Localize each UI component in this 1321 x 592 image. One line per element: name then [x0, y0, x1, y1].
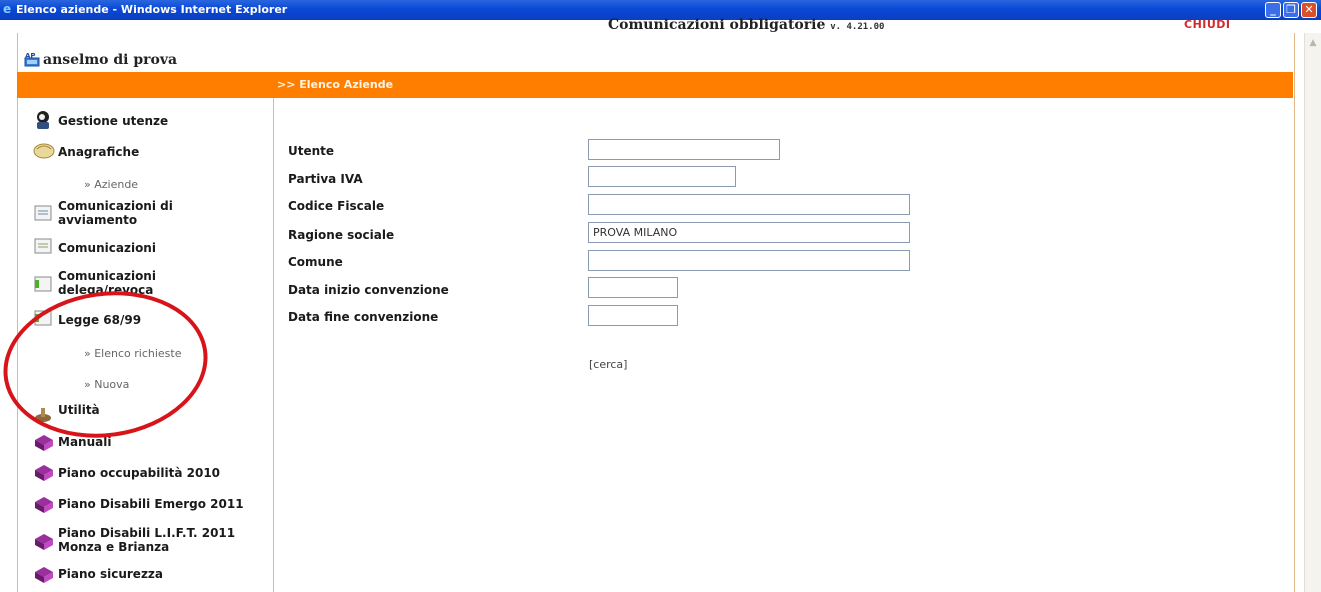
- app-version: v. 4.21.00: [830, 22, 885, 32]
- codice-fiscale-input[interactable]: [588, 194, 910, 215]
- book-icon: [35, 465, 53, 481]
- close-window-button[interactable]: ✕: [1301, 2, 1317, 18]
- maximize-button[interactable]: ❐: [1283, 2, 1299, 18]
- window-title: Elenco aziende - Windows Internet Explor…: [16, 3, 288, 16]
- app-header: AP anselmo di prova: [17, 33, 1293, 77]
- book-icon: [35, 534, 53, 550]
- book-icon: [35, 435, 53, 451]
- user-admin-icon: [37, 111, 49, 129]
- document-icon: [34, 238, 52, 254]
- tools-icon: [35, 408, 51, 422]
- user-name: anselmo di prova: [43, 52, 178, 68]
- sidebar-subitem-nuova[interactable]: » Nuova: [84, 378, 129, 391]
- sidebar-item-label: Manuali: [58, 435, 112, 449]
- data-fine-convenzione-input[interactable]: [588, 305, 678, 326]
- partita-iva-label: Partiva IVA: [288, 172, 363, 186]
- data-fine-convenzione-label: Data fine convenzione: [288, 310, 439, 324]
- sidebar-subitem-elenco-richieste[interactable]: » Elenco richieste: [84, 347, 181, 360]
- document-icon: [34, 205, 52, 221]
- app-logo-icon: AP: [24, 52, 40, 67]
- sidebar-item-label-line2: Monza e Brianza: [58, 540, 170, 554]
- minimize-button[interactable]: _: [1265, 2, 1281, 18]
- sidebar-item-label-line1: Piano Disabili L.I.F.T. 2011: [58, 526, 236, 540]
- sidebar-item-label: Anagrafiche: [58, 145, 140, 159]
- folder-icon: [33, 143, 55, 159]
- comune-label: Comune: [288, 255, 343, 269]
- sidebar-item-label: Piano sicurezza: [58, 567, 164, 581]
- scrollbar[interactable]: ▲: [1304, 33, 1321, 592]
- document-icon: [34, 276, 52, 292]
- sidebar-item-label: Gestione utenze: [58, 114, 169, 128]
- book-icon: [35, 497, 53, 513]
- ragione-sociale-input[interactable]: [588, 222, 910, 243]
- sidebar-item-label: Piano Disabili Emergo 2011: [58, 497, 244, 511]
- data-inizio-convenzione-label: Data inizio convenzione: [288, 283, 449, 297]
- chiudi-link[interactable]: CHIUDI: [1184, 18, 1231, 31]
- sidebar-item-label: Piano occupabilità 2010: [58, 466, 221, 480]
- data-inizio-convenzione-input[interactable]: [588, 277, 678, 298]
- ragione-sociale-label: Ragione sociale: [288, 228, 395, 242]
- app-title: Comunicazioni obbligatorie v. 4.21.00: [608, 17, 884, 33]
- svg-text:AP: AP: [25, 52, 36, 60]
- app-title-text: Comunicazioni obbligatorie: [608, 17, 826, 33]
- document-icon: [34, 310, 52, 326]
- cerca-link[interactable]: [cerca]: [589, 358, 627, 371]
- partita-iva-input[interactable]: [588, 166, 736, 187]
- sidebar: [17, 98, 274, 592]
- sidebar-item-label-line1: Comunicazioni: [58, 269, 156, 283]
- main-content: [274, 98, 1293, 592]
- section-header-band: [17, 72, 1293, 98]
- utente-label: Utente: [288, 144, 335, 158]
- book-icon: [35, 567, 53, 583]
- sidebar-subitem-aziende[interactable]: » Aziende: [84, 178, 138, 191]
- sidebar-item-label: Legge 68/99: [58, 313, 142, 327]
- sidebar-item-label-line2: delega/revoca: [58, 283, 154, 297]
- scroll-up-arrow-icon[interactable]: ▲: [1308, 37, 1318, 49]
- breadcrumb: >> Elenco Aziende: [277, 78, 394, 91]
- sidebar-item-label: Utilità: [58, 403, 100, 417]
- sidebar-item-label-line1: Comunicazioni di: [58, 199, 173, 213]
- utente-input[interactable]: [588, 139, 780, 160]
- sidebar-item-label: Comunicazioni: [58, 241, 156, 255]
- internet-explorer-icon: e: [3, 2, 12, 16]
- comune-input[interactable]: [588, 250, 910, 271]
- sidebar-item-label-line2: avviamento: [58, 213, 138, 227]
- codice-fiscale-label: Codice Fiscale: [288, 199, 385, 213]
